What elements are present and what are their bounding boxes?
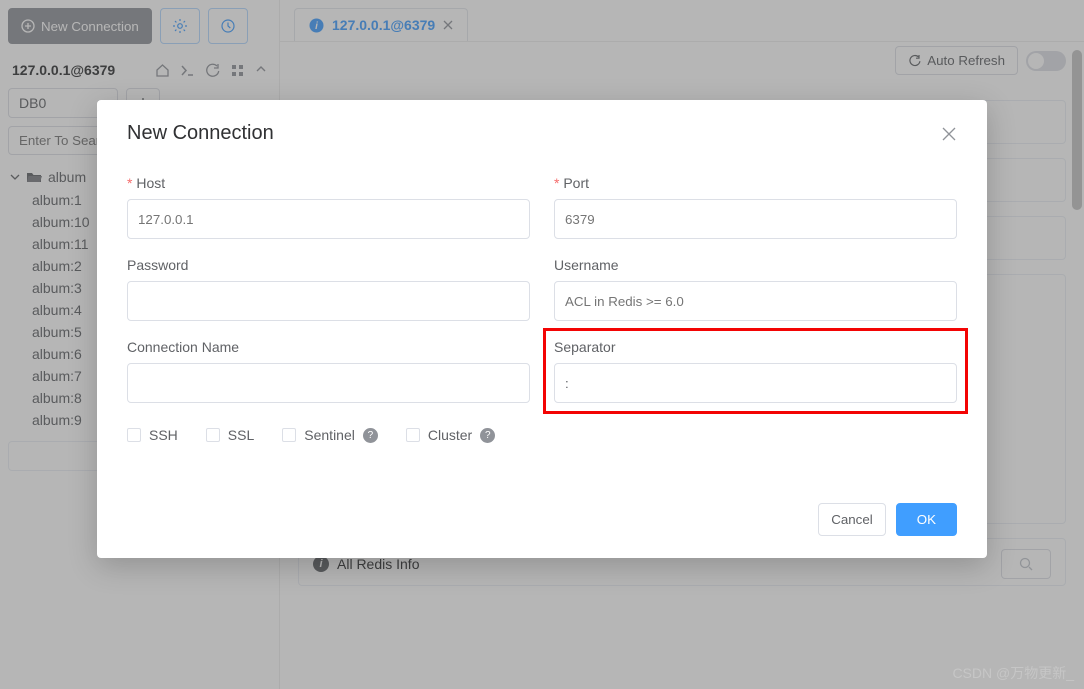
separator-input[interactable] xyxy=(554,363,957,403)
modal-overlay: New Connection Host Port Password Userna… xyxy=(0,0,1084,689)
watermark: CSDN @万物更新_ xyxy=(952,663,1074,683)
sentinel-label: Sentinel xyxy=(304,427,355,443)
field-password: Password xyxy=(127,257,530,321)
password-label: Password xyxy=(127,257,530,273)
cluster-label: Cluster xyxy=(428,427,472,443)
help-icon[interactable]: ? xyxy=(363,428,378,443)
ssh-checkbox[interactable]: SSH xyxy=(127,427,178,443)
help-icon[interactable]: ? xyxy=(480,428,495,443)
new-connection-dialog: New Connection Host Port Password Userna… xyxy=(97,100,987,558)
host-label: Host xyxy=(127,175,530,191)
cancel-button[interactable]: Cancel xyxy=(818,503,886,536)
ok-button[interactable]: OK xyxy=(896,503,957,536)
separator-label: Separator xyxy=(554,339,957,355)
ssl-label: SSL xyxy=(228,427,254,443)
sentinel-checkbox[interactable]: Sentinel? xyxy=(282,427,378,443)
host-input[interactable] xyxy=(127,199,530,239)
username-input[interactable] xyxy=(554,281,957,321)
password-input[interactable] xyxy=(127,281,530,321)
field-host: Host xyxy=(127,175,530,239)
field-connection-name: Connection Name xyxy=(127,339,530,403)
port-input[interactable] xyxy=(554,199,957,239)
connection-name-input[interactable] xyxy=(127,363,530,403)
ssl-checkbox[interactable]: SSL xyxy=(206,427,254,443)
cluster-checkbox[interactable]: Cluster? xyxy=(406,427,495,443)
close-icon[interactable] xyxy=(941,126,957,142)
connection-name-label: Connection Name xyxy=(127,339,530,355)
port-label: Port xyxy=(554,175,957,191)
field-port: Port xyxy=(554,175,957,239)
dialog-title: New Connection xyxy=(127,122,274,145)
field-username: Username xyxy=(554,257,957,321)
field-separator: Separator xyxy=(550,335,961,407)
ssh-label: SSH xyxy=(149,427,178,443)
username-label: Username xyxy=(554,257,957,273)
